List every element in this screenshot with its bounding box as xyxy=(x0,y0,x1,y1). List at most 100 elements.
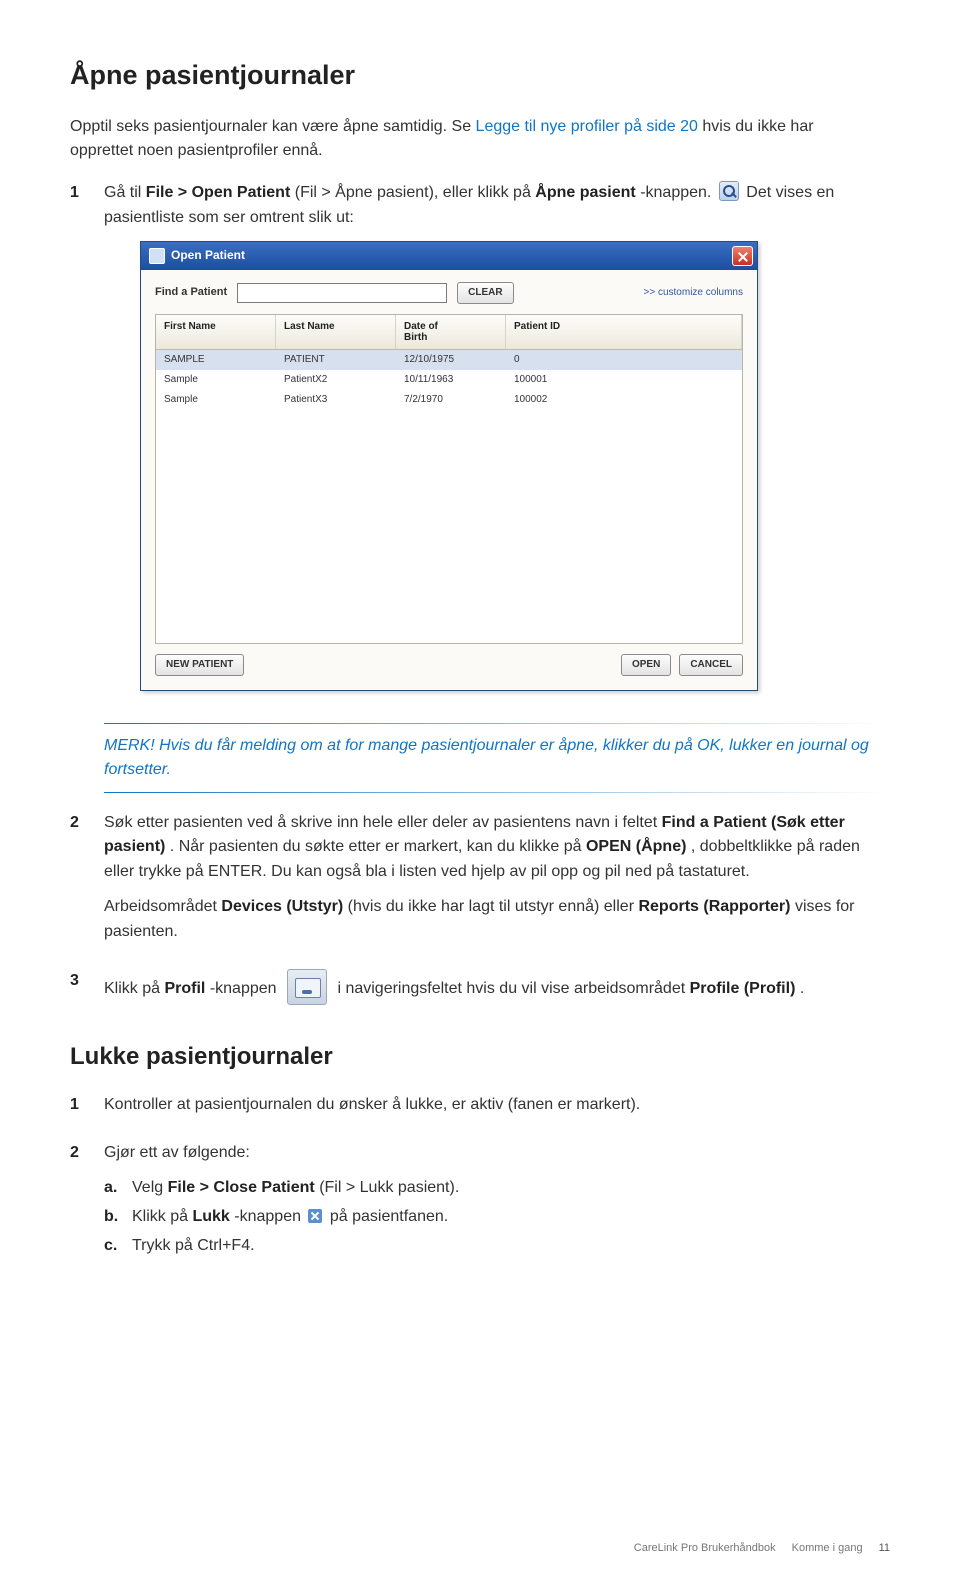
menu-path: File > Open Patient xyxy=(146,184,290,201)
cell: PATIENT xyxy=(276,352,396,368)
table-body: SAMPLEPATIENT12/10/19750SamplePatientX21… xyxy=(156,350,742,643)
cell: 100001 xyxy=(506,372,742,388)
open-button[interactable]: OPEN xyxy=(621,654,671,676)
footer-book: CareLink Pro Brukerhåndbok xyxy=(634,1542,776,1554)
search-icon xyxy=(719,181,739,201)
cell: 12/10/1975 xyxy=(396,352,506,368)
t: -knappen xyxy=(234,1208,305,1225)
step-number: 1 xyxy=(70,181,104,705)
step-number: 2 xyxy=(70,1141,104,1262)
cell: Sample xyxy=(156,392,276,408)
t: i navigeringsfeltet hvis du vil vise arb… xyxy=(337,980,689,997)
menu-path: File > Close Patient xyxy=(168,1179,315,1196)
find-row: Find a Patient CLEAR >> customize column… xyxy=(155,282,743,304)
t: Gå til xyxy=(104,184,146,201)
footer-section: Komme i gang xyxy=(792,1542,863,1554)
cell: PatientX2 xyxy=(276,372,396,388)
step-number: 3 xyxy=(70,969,104,1015)
sub-b-text: Klikk på Lukk -knappen på pasientfanen. xyxy=(132,1205,448,1230)
dialog-footer: NEW PATIENT OPEN CANCEL xyxy=(155,644,743,678)
t: . Når pasienten du søkte etter er marker… xyxy=(170,838,586,855)
sub-c: c. Trykk på Ctrl+F4. xyxy=(104,1234,890,1259)
close-step-2-text: Gjør ett av følgende: xyxy=(104,1141,890,1166)
step-3: 3 Klikk på Profil -knappen i navigerings… xyxy=(70,969,890,1015)
table-row[interactable]: SAMPLEPATIENT12/10/19750 xyxy=(156,350,742,370)
patient-table: First Name Last Name Date of Birth Patie… xyxy=(155,314,743,644)
button-ref: Lukk xyxy=(192,1208,229,1225)
cell: 100002 xyxy=(506,392,742,408)
step-number: 2 xyxy=(70,811,104,955)
button-ref: Åpne pasient xyxy=(535,184,635,201)
close-steps: 1 Kontroller at pasientjournalen du ønsk… xyxy=(70,1093,890,1263)
col-last-name[interactable]: Last Name xyxy=(276,315,396,349)
step-1-text: Gå til File > Open Patient (Fil > Åpne p… xyxy=(104,181,890,231)
clear-button[interactable]: CLEAR xyxy=(457,282,513,304)
intro-paragraph: Opptil seks pasientjournaler kan være åp… xyxy=(70,115,850,163)
sub-c-text: Trykk på Ctrl+F4. xyxy=(132,1234,255,1259)
t: (Fil > Lukk pasient). xyxy=(319,1179,459,1196)
t: Klikk på xyxy=(132,1208,192,1225)
col-first-name[interactable]: First Name xyxy=(156,315,276,349)
button-ref: Profil xyxy=(164,980,205,997)
footer-page: 11 xyxy=(879,1542,890,1554)
table-row[interactable]: SamplePatientX210/11/1963100001 xyxy=(156,370,742,390)
cell: 10/11/1963 xyxy=(396,372,506,388)
open-steps: 1 Gå til File > Open Patient (Fil > Åpne… xyxy=(70,181,890,1015)
sub-a: a. Velg File > Close Patient (Fil > Lukk… xyxy=(104,1176,890,1201)
intro-link[interactable]: Legge til nye profiler på side 20 xyxy=(476,118,698,135)
table-row[interactable]: SamplePatientX37/2/1970100002 xyxy=(156,390,742,410)
t: Arbeidsområdet xyxy=(104,898,221,915)
profile-icon xyxy=(287,969,327,1005)
find-input[interactable] xyxy=(237,283,447,303)
cancel-button[interactable]: CANCEL xyxy=(679,654,743,676)
t: på pasientfanen. xyxy=(330,1208,448,1225)
note-text: MERK! Hvis du får melding om at for mang… xyxy=(104,728,890,788)
note-block: MERK! Hvis du får melding om at for mang… xyxy=(104,723,890,793)
col-patient-id[interactable]: Patient ID xyxy=(506,315,742,349)
heading-close: Lukke pasientjournaler xyxy=(70,1043,890,1071)
t: Klikk på xyxy=(104,980,164,997)
dialog-title: Open Patient xyxy=(171,246,245,265)
step-number: 1 xyxy=(70,1093,104,1128)
new-patient-button[interactable]: NEW PATIENT xyxy=(155,654,244,676)
area-ref: Reports (Rapporter) xyxy=(638,898,790,915)
cell: Sample xyxy=(156,372,276,388)
dialog-titlebar: Open Patient xyxy=(141,242,757,270)
col-dob[interactable]: Date of Birth xyxy=(396,315,506,349)
intro-text-pre: Opptil seks pasientjournaler kan være åp… xyxy=(70,118,476,135)
app-icon xyxy=(149,248,165,264)
t: (hvis du ikke har lagt til utstyr ennå) … xyxy=(348,898,639,915)
step-3-text: Klikk på Profil -knappen i navigeringsfe… xyxy=(104,969,890,1005)
button-ref: OPEN (Åpne) xyxy=(586,838,686,855)
dialog-body: Find a Patient CLEAR >> customize column… xyxy=(141,270,757,690)
sublist: a. Velg File > Close Patient (Fil > Lukk… xyxy=(104,1176,890,1258)
cell: PatientX3 xyxy=(276,392,396,408)
step-2: 2 Søk etter pasienten ved å skrive inn h… xyxy=(70,811,890,955)
sub-b: b. Klikk på Lukk -knappen på pasientfane… xyxy=(104,1205,890,1230)
area-ref: Devices (Utstyr) xyxy=(221,898,343,915)
step-2-p2: Arbeidsområdet Devices (Utstyr) (hvis du… xyxy=(104,895,890,945)
t: . xyxy=(800,980,804,997)
close-tab-icon xyxy=(308,1209,322,1223)
customize-columns-link[interactable]: >> customize columns xyxy=(644,285,744,301)
close-icon[interactable] xyxy=(732,246,753,266)
cell: SAMPLE xyxy=(156,352,276,368)
close-step-1: 1 Kontroller at pasientjournalen du ønsk… xyxy=(70,1093,890,1128)
t: -knappen xyxy=(210,980,281,997)
step-2-p1: Søk etter pasienten ved å skrive inn hel… xyxy=(104,811,890,885)
open-patient-dialog: Open Patient Find a Patient CLEAR >> cus… xyxy=(140,241,758,691)
step-1: 1 Gå til File > Open Patient (Fil > Åpne… xyxy=(70,181,890,705)
t: (Fil > Åpne pasient), eller klikk på xyxy=(295,184,536,201)
heading-open: Åpne pasientjournaler xyxy=(70,60,890,91)
area-ref: Profile (Profil) xyxy=(690,980,796,997)
close-step-1-text: Kontroller at pasientjournalen du ønsker… xyxy=(104,1093,890,1118)
sub-a-text: Velg File > Close Patient (Fil > Lukk pa… xyxy=(132,1176,459,1201)
cell: 7/2/1970 xyxy=(396,392,506,408)
t: Søk etter pasienten ved å skrive inn hel… xyxy=(104,814,662,831)
t: Velg xyxy=(132,1179,168,1196)
t: -knappen. xyxy=(640,184,716,201)
page-footer: CareLink Pro Brukerhåndbok Komme i gang … xyxy=(70,1542,890,1554)
subletter: a. xyxy=(104,1176,132,1201)
subletter: c. xyxy=(104,1234,132,1259)
find-label: Find a Patient xyxy=(155,284,227,301)
